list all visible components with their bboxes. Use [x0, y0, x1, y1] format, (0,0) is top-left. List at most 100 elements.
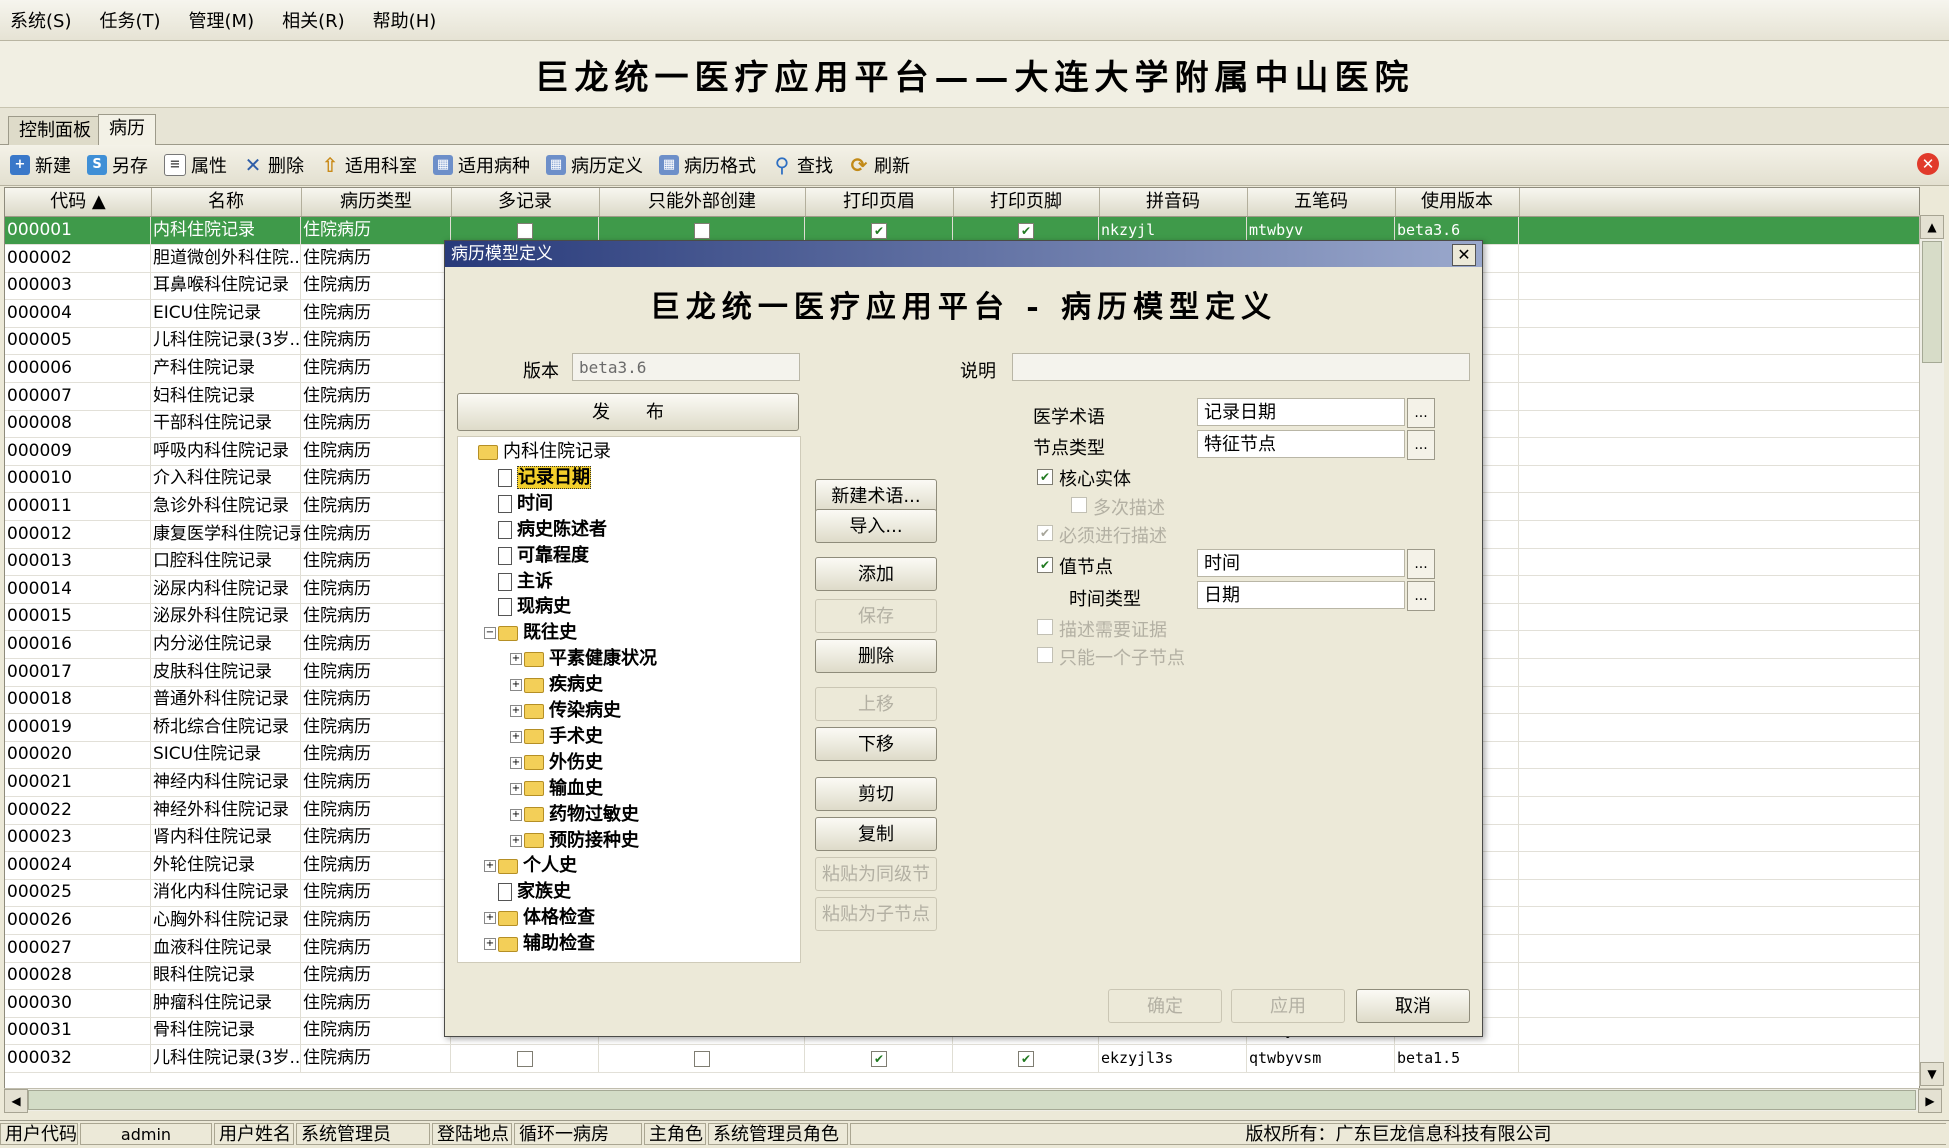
expand-icon[interactable]: +: [510, 834, 522, 847]
row-checkbox[interactable]: ✔: [1018, 223, 1034, 239]
expand-icon[interactable]: +: [510, 782, 522, 795]
column-header[interactable]: 五笔码: [1247, 188, 1396, 216]
action-button[interactable]: 粘贴为同级节点: [815, 857, 937, 919]
action-button[interactable]: 删除: [815, 639, 937, 673]
column-header[interactable]: 代码 ▲: [5, 188, 152, 216]
row-checkbox[interactable]: ✔: [871, 1051, 887, 1067]
scroll-left-icon[interactable]: ◀: [4, 1089, 28, 1113]
description-field[interactable]: [1012, 353, 1470, 381]
record-definition-button[interactable]: ▦ 病历定义: [546, 152, 643, 178]
must-desc-checkbox[interactable]: ✔: [1037, 525, 1053, 541]
record-format-button[interactable]: ▦ 病历格式: [659, 152, 756, 178]
delete-button[interactable]: ✕ 删除: [243, 152, 304, 178]
tree-node[interactable]: 可靠程度: [498, 544, 589, 568]
hscroll-thumb[interactable]: [28, 1090, 1916, 1110]
tree-node[interactable]: 预防接种史: [524, 829, 639, 853]
tree-node[interactable]: 手术史: [524, 725, 603, 749]
tab-control-panel[interactable]: 控制面板: [8, 116, 102, 145]
row-checkbox[interactable]: [517, 223, 533, 239]
expand-icon[interactable]: +: [484, 938, 496, 951]
cancel-button[interactable]: 取消: [1356, 989, 1470, 1023]
need-evidence-checkbox[interactable]: [1037, 619, 1053, 635]
node-type-field[interactable]: 特征节点: [1197, 430, 1405, 458]
publish-button[interactable]: 发 布: [457, 393, 799, 431]
multi-desc-checkbox[interactable]: [1071, 497, 1087, 513]
scroll-up-icon[interactable]: ▲: [1920, 215, 1944, 239]
find-button[interactable]: ⚲ 查找: [772, 152, 833, 178]
tree-node[interactable]: 个人史: [498, 854, 577, 878]
row-checkbox[interactable]: [517, 1051, 533, 1067]
scroll-right-icon[interactable]: ▶: [1918, 1089, 1942, 1113]
tree-node[interactable]: 病史陈述者: [498, 518, 607, 542]
action-button[interactable]: 剪切: [815, 777, 937, 811]
tree-node[interactable]: 主诉: [498, 570, 553, 594]
one-child-checkbox[interactable]: [1037, 647, 1053, 663]
action-button[interactable]: 保存: [815, 599, 937, 633]
action-button[interactable]: 粘贴为子节点: [815, 897, 937, 931]
expand-icon[interactable]: +: [510, 679, 522, 692]
action-button[interactable]: 新建术语...: [815, 479, 937, 513]
node-type-browse-button[interactable]: ...: [1407, 430, 1435, 460]
refresh-button[interactable]: ⟳ 刷新: [849, 152, 910, 178]
value-node-browse-button[interactable]: ...: [1407, 549, 1435, 579]
expand-icon[interactable]: +: [484, 912, 496, 925]
dialog-titlebar[interactable]: 病历模型定义 ✕: [445, 241, 1482, 267]
column-header[interactable]: 名称: [151, 188, 302, 216]
tree-node[interactable]: 家族史: [498, 880, 571, 904]
tree-node[interactable]: 体格检查: [498, 906, 595, 930]
core-entity-checkbox[interactable]: ✔: [1037, 469, 1053, 485]
vertical-scrollbar[interactable]: ▲ ▼: [1919, 215, 1944, 1086]
expand-icon[interactable]: +: [510, 756, 522, 769]
column-header[interactable]: 多记录: [451, 188, 600, 216]
apply-button[interactable]: 应用: [1231, 989, 1345, 1023]
row-checkbox[interactable]: [694, 1051, 710, 1067]
menu-manage[interactable]: 管理(M): [189, 7, 255, 33]
expand-icon[interactable]: +: [510, 653, 522, 666]
properties-button[interactable]: ≡ 属性: [164, 152, 227, 178]
close-tab-icon[interactable]: ✕: [1917, 153, 1939, 175]
new-button[interactable]: + 新建: [10, 152, 71, 178]
close-icon[interactable]: ✕: [1452, 244, 1476, 266]
horizontal-scrollbar[interactable]: ◀ ▶: [4, 1088, 1942, 1113]
column-header[interactable]: 打印页眉: [805, 188, 954, 216]
row-checkbox[interactable]: [694, 223, 710, 239]
tab-medical-record[interactable]: 病历: [98, 114, 156, 145]
applicable-dept-button[interactable]: ⇧ 适用科室: [320, 152, 417, 178]
action-button[interactable]: 下移: [815, 727, 937, 761]
value-node-field[interactable]: 时间: [1197, 549, 1405, 577]
tree-node[interactable]: 现病史: [498, 595, 571, 619]
action-button[interactable]: 复制: [815, 817, 937, 851]
row-checkbox[interactable]: ✔: [871, 223, 887, 239]
action-button[interactable]: 上移: [815, 687, 937, 721]
tree-node[interactable]: 既往史: [498, 621, 577, 645]
column-header[interactable]: 拼音码: [1099, 188, 1248, 216]
action-button[interactable]: 添加: [815, 557, 937, 591]
time-type-field[interactable]: 日期: [1197, 581, 1405, 609]
action-button[interactable]: 导入...: [815, 509, 937, 543]
expand-icon[interactable]: +: [510, 705, 522, 717]
scroll-thumb[interactable]: [1922, 241, 1942, 363]
version-field[interactable]: beta3.6: [572, 353, 800, 381]
column-header[interactable]: 打印页脚: [953, 188, 1100, 216]
expand-icon[interactable]: +: [484, 860, 496, 873]
save-as-button[interactable]: S 另存: [87, 152, 148, 178]
expand-icon[interactable]: +: [510, 730, 522, 743]
tree-node[interactable]: 时间: [498, 492, 553, 516]
tree-node[interactable]: 记录日期: [498, 465, 591, 490]
term-field[interactable]: 记录日期: [1197, 398, 1405, 426]
menu-system[interactable]: 系统(S): [10, 7, 71, 33]
expand-icon[interactable]: +: [510, 808, 522, 821]
applicable-disease-button[interactable]: ▦ 适用病种: [433, 152, 530, 178]
tree-node[interactable]: 输血史: [524, 777, 603, 801]
menu-task[interactable]: 任务(T): [99, 7, 160, 33]
table-row[interactable]: 000032 儿科住院记录(3岁... 住院病历 ✔ ✔ ekzyjl3s qtwbyvsm…: [5, 1045, 1919, 1073]
tree-node[interactable]: 药物过敏史: [524, 803, 639, 827]
term-browse-button[interactable]: ...: [1407, 398, 1435, 428]
tree-node[interactable]: 内科住院记录: [478, 440, 611, 464]
tree-node[interactable]: 传染病史: [524, 699, 621, 723]
value-node-checkbox[interactable]: ✔: [1037, 557, 1053, 573]
menu-help[interactable]: 帮助(H): [373, 7, 437, 33]
ok-button[interactable]: 确定: [1108, 989, 1222, 1023]
row-checkbox[interactable]: ✔: [1018, 1051, 1034, 1067]
menu-related[interactable]: 相关(R): [282, 7, 345, 33]
